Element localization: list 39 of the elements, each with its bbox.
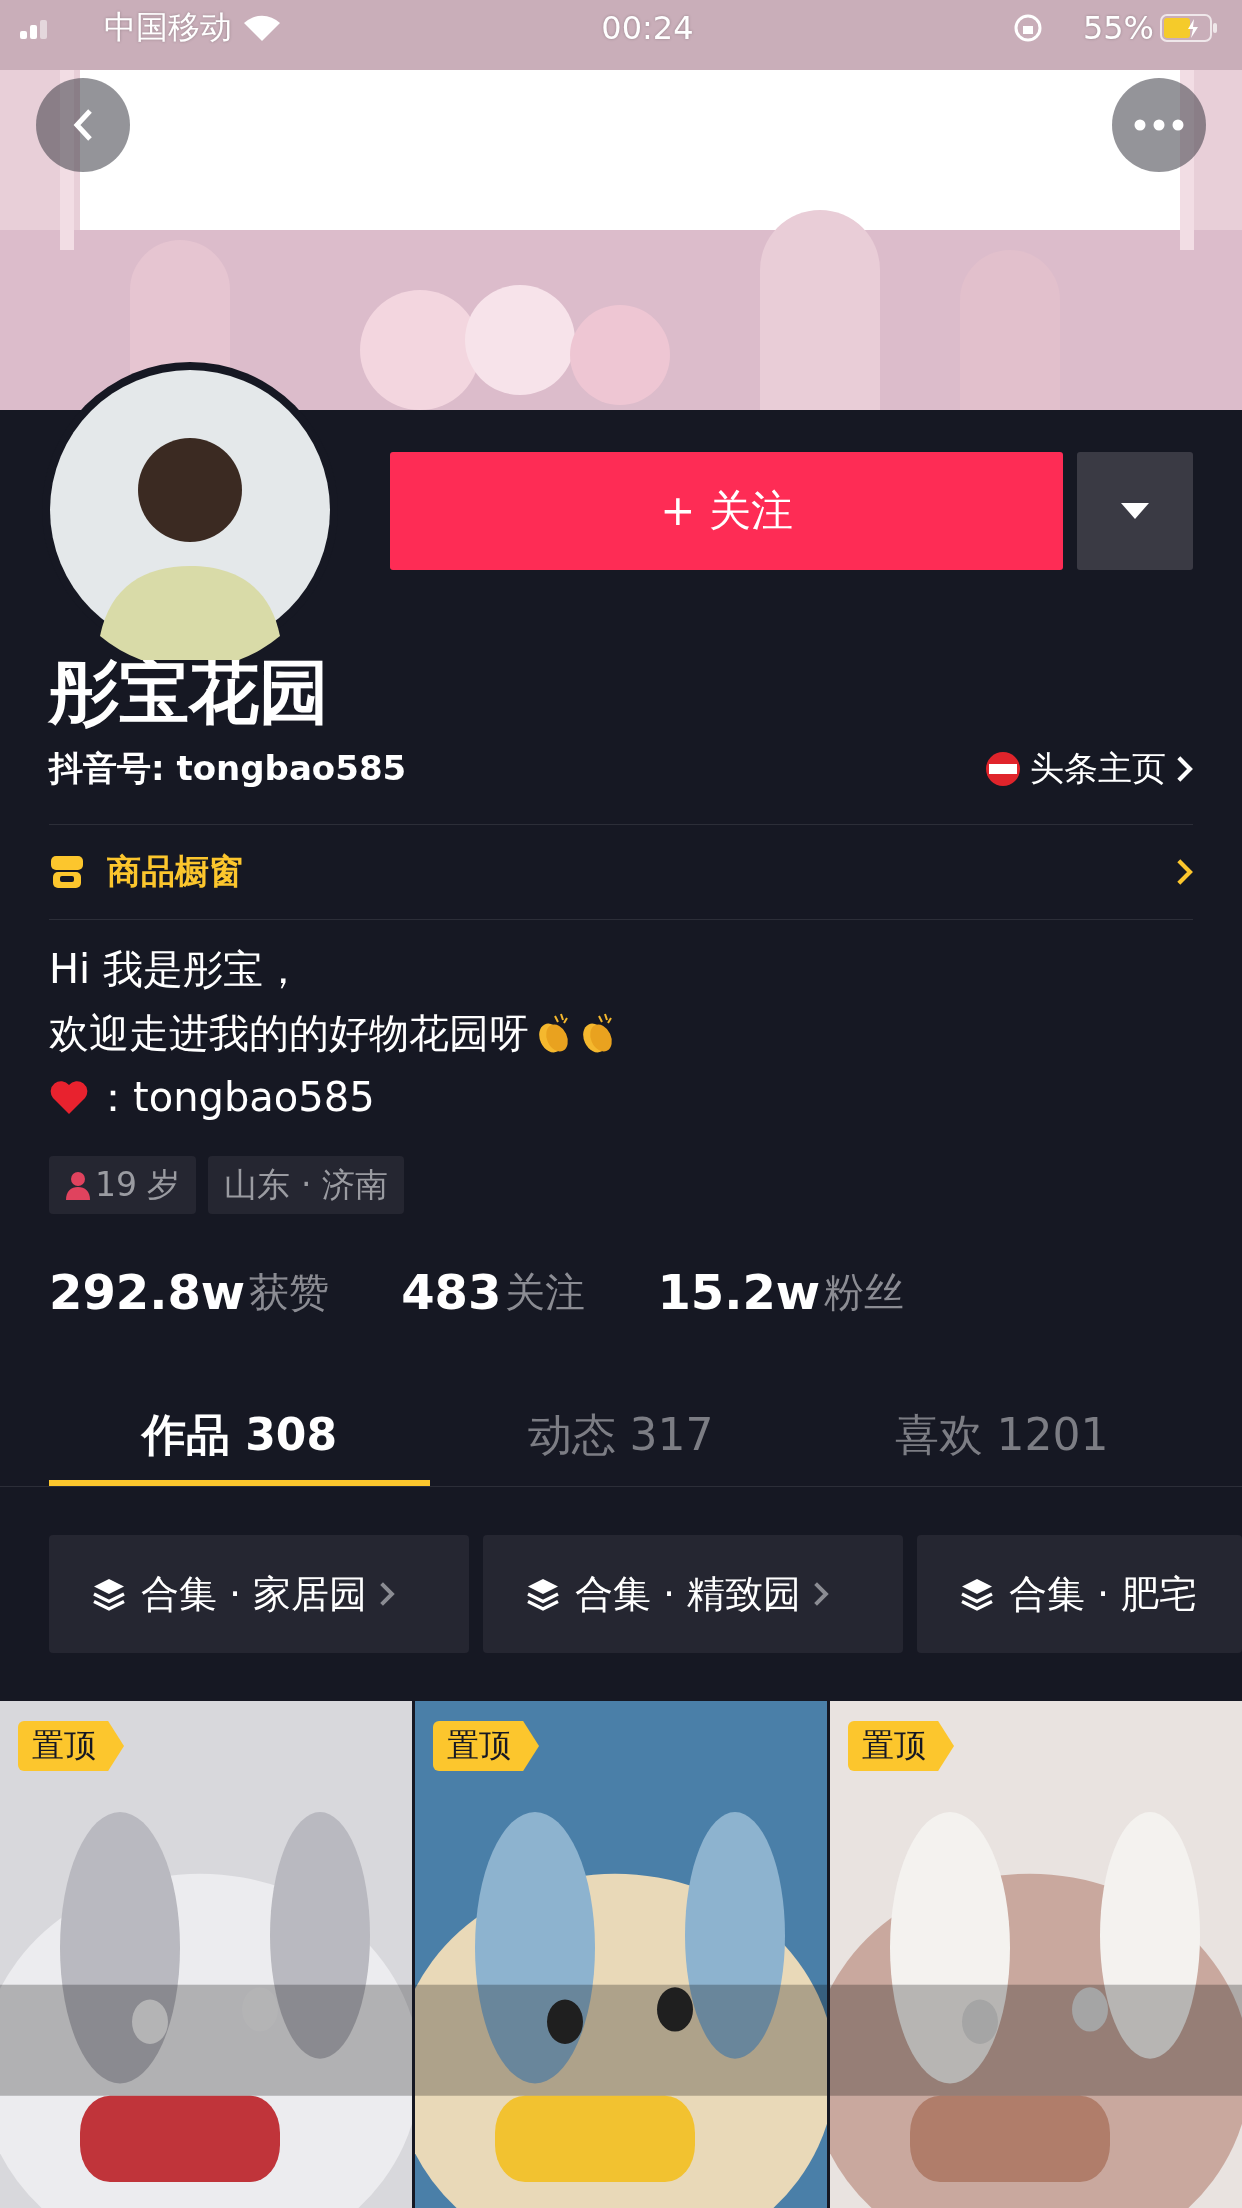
bio-text: 欢迎走进我的的好物花园呀 <box>49 1010 529 1056</box>
bio-text: ：tongbao585 <box>93 1074 375 1120</box>
stat-link[interactable]: 15.2w粉丝 <box>657 1264 905 1320</box>
female-icon <box>65 1170 91 1200</box>
toutiao-link[interactable]: 头条主页 <box>986 746 1193 792</box>
stat-link[interactable]: 292.8w获赞 <box>49 1264 330 1320</box>
location-tag: 山东 · 济南 <box>208 1156 404 1214</box>
account-id: 抖音号: tongbao585 <box>49 747 407 790</box>
caret-down-icon <box>1121 503 1149 519</box>
battery-icon <box>1160 13 1218 43</box>
chevron-right-icon <box>379 1581 395 1607</box>
chevron-right-icon <box>1176 858 1193 886</box>
collection-chip[interactable]: 合集 · 家居园 <box>49 1535 469 1653</box>
collection-chip[interactable]: 合集 · 精致园 <box>483 1535 903 1653</box>
rotation-lock-icon <box>1012 13 1043 43</box>
pinned-badge: 置顶 <box>433 1721 539 1771</box>
profile-tab[interactable]: 喜欢 1201 <box>811 1390 1192 1486</box>
stat-link[interactable]: 483 关注 <box>401 1264 586 1320</box>
profile-name: 彤宝花园 <box>49 650 330 734</box>
back-icon <box>73 108 93 142</box>
chevron-right-icon <box>813 1581 829 1607</box>
shop-window-row[interactable]: 商品橱窗 <box>49 824 1193 920</box>
pinned-badge: 置顶 <box>18 1721 124 1771</box>
profile-tab[interactable]: 动态 317 <box>430 1390 811 1486</box>
follow-button[interactable]: + 关注 <box>390 452 1063 570</box>
chevron-right-icon <box>1176 755 1193 783</box>
toutiao-logo-icon <box>986 752 1021 786</box>
bio-text: Hi 我是彤宝， <box>49 946 303 992</box>
age-tag: 19 岁 <box>49 1156 197 1214</box>
battery-percent: 55% <box>1082 9 1154 47</box>
shop-icon <box>49 854 85 890</box>
pinned-badge: 置顶 <box>848 1721 954 1771</box>
wifi-icon <box>242 13 282 43</box>
heart-icon <box>49 1079 89 1115</box>
carrier-name: 中国移动 <box>104 7 232 48</box>
status-time: 00:24 <box>601 9 694 47</box>
more-icon <box>1134 119 1184 131</box>
profile-tab[interactable]: 作品 308 <box>49 1390 430 1486</box>
collection-chip[interactable]: 合集 · 肥宅 <box>917 1535 1242 1653</box>
